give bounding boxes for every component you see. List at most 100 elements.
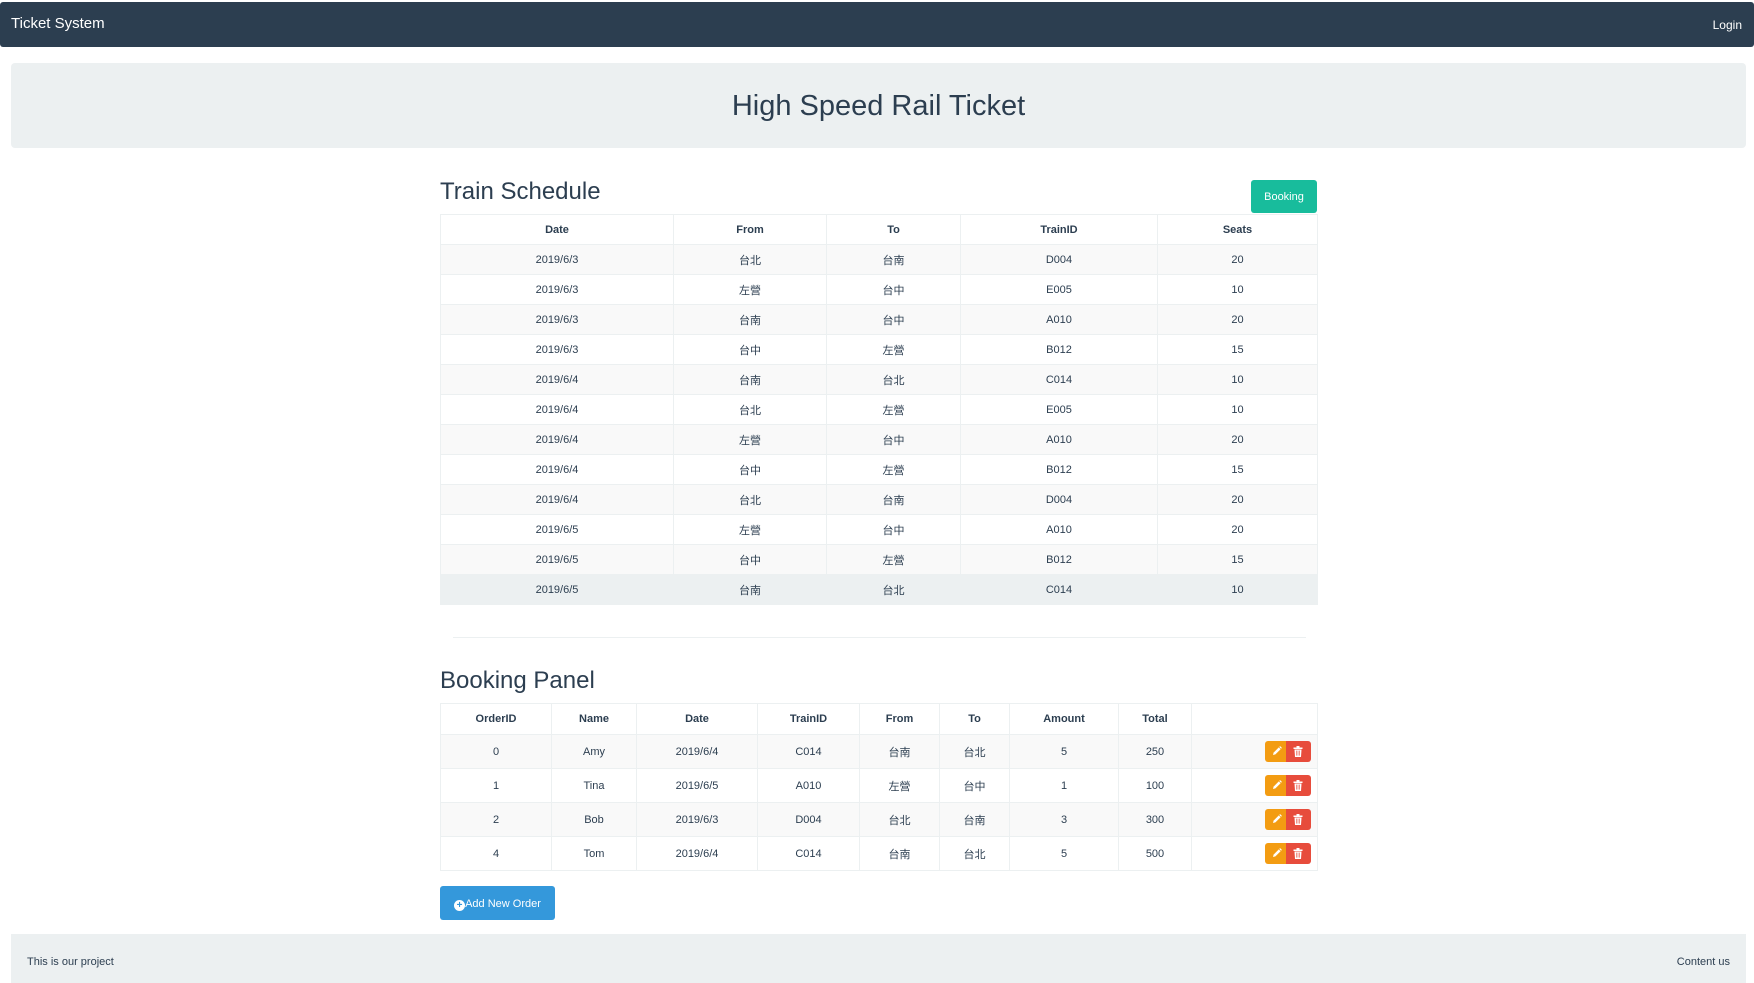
schedule-row[interactable]: 2019/6/4 台中 左營 B012 15 [440, 454, 1318, 485]
schedule-cell: 2019/6/4 [440, 484, 674, 515]
schedule-cell: 15 [1157, 334, 1318, 365]
booking-cell: 2 [440, 802, 552, 837]
navbar: Ticket System Login [0, 2, 1754, 47]
schedule-row[interactable]: 2019/6/4 左營 台中 A010 20 [440, 424, 1318, 455]
schedule-cell: D004 [960, 484, 1158, 515]
schedule-cell: 10 [1157, 364, 1318, 395]
plus-circle-icon: + [454, 900, 466, 911]
schedule-section: Train Schedule [440, 178, 1317, 206]
schedule-cell: 2019/6/3 [440, 244, 674, 275]
schedule-cell: A010 [960, 514, 1158, 545]
booking-cell: 1 [1009, 768, 1119, 803]
booking-col-header: To [939, 703, 1010, 735]
schedule-row[interactable]: 2019/6/3 台北 台南 D004 20 [440, 244, 1318, 275]
schedule-cell: 15 [1157, 544, 1318, 575]
booking-cell: 台南 [859, 734, 940, 769]
footer-text: This is our project [27, 956, 114, 968]
schedule-cell: 2019/6/4 [440, 454, 674, 485]
booking-row: 4 Tom 2019/6/4 C014 台南 台北 5 500 [440, 836, 1318, 871]
booking-row: 2 Bob 2019/6/3 D004 台北 台南 3 300 [440, 802, 1318, 837]
login-link[interactable]: Login [1713, 18, 1742, 32]
schedule-row[interactable]: 2019/6/5 台南 台北 C014 10 [440, 574, 1318, 605]
schedule-cell: A010 [960, 304, 1158, 335]
booking-title: Booking Panel [440, 667, 595, 694]
schedule-cell: 台中 [826, 274, 961, 305]
brand-link[interactable]: Ticket System [11, 15, 105, 32]
booking-cell: 台北 [939, 734, 1010, 769]
booking-cell: 2019/6/5 [636, 768, 758, 803]
booking-cell: 250 [1118, 734, 1192, 769]
schedule-cell: 20 [1157, 304, 1318, 335]
delete-button[interactable] [1286, 843, 1311, 864]
schedule-cell: 台南 [673, 574, 827, 605]
schedule-cell: 台中 [673, 334, 827, 365]
schedule-cell: 台北 [673, 394, 827, 425]
booking-row: 1 Tina 2019/6/5 A010 左營 台中 1 100 [440, 768, 1318, 803]
booking-cell: 左營 [859, 768, 940, 803]
delete-button[interactable] [1286, 741, 1311, 762]
schedule-cell: 左營 [826, 394, 961, 425]
schedule-row[interactable]: 2019/6/3 台南 台中 A010 20 [440, 304, 1318, 335]
schedule-cell: 台中 [673, 454, 827, 485]
add-new-order-button[interactable]: + Add New Order [440, 886, 555, 920]
booking-cell: 300 [1118, 802, 1192, 837]
contact-link[interactable]: Content us [1677, 956, 1730, 968]
booking-cell: Bob [551, 802, 637, 837]
schedule-cell: 2019/6/4 [440, 394, 674, 425]
booking-cell: 100 [1118, 768, 1192, 803]
schedule-cell: 2019/6/3 [440, 274, 674, 305]
schedule-cell: 台中 [826, 304, 961, 335]
jumbotron: High Speed Rail Ticket [11, 63, 1746, 148]
booking-header-row: OrderID Name Date TrainID From To Amount Total [440, 703, 1318, 735]
schedule-cell: 2019/6/5 [440, 574, 674, 605]
schedule-title: Train Schedule [440, 178, 601, 205]
schedule-cell: 台南 [826, 484, 961, 515]
booking-cell: A010 [757, 768, 860, 803]
schedule-row[interactable]: 2019/6/5 左營 台中 A010 20 [440, 514, 1318, 545]
booking-col-header: Date [636, 703, 758, 735]
schedule-cell: 2019/6/5 [440, 514, 674, 545]
schedule-cell: 20 [1157, 514, 1318, 545]
schedule-cell: 台北 [826, 574, 961, 605]
schedule-cell: 2019/6/5 [440, 544, 674, 575]
schedule-col-header: Date [440, 214, 674, 245]
schedule-cell: 10 [1157, 274, 1318, 305]
booking-cell: Tom [551, 836, 637, 871]
section-divider [453, 637, 1306, 638]
booking-col-header: TrainID [757, 703, 860, 735]
schedule-row[interactable]: 2019/6/5 台中 左營 B012 15 [440, 544, 1318, 575]
schedule-cell: 2019/6/4 [440, 424, 674, 455]
booking-actions [1191, 768, 1318, 803]
schedule-row[interactable]: 2019/6/3 左營 台中 E005 10 [440, 274, 1318, 305]
booking-actions [1191, 802, 1318, 837]
schedule-cell: C014 [960, 364, 1158, 395]
booking-cell: 台南 [859, 836, 940, 871]
schedule-col-header: TrainID [960, 214, 1158, 245]
booking-section: Booking Panel [440, 667, 1317, 695]
delete-button[interactable] [1286, 775, 1311, 796]
booking-col-header: Name [551, 703, 637, 735]
schedule-cell: 2019/6/4 [440, 364, 674, 395]
schedule-row[interactable]: 2019/6/4 台南 台北 C014 10 [440, 364, 1318, 395]
schedule-row[interactable]: 2019/6/3 台中 左營 B012 15 [440, 334, 1318, 365]
schedule-row[interactable]: 2019/6/4 台北 左營 E005 10 [440, 394, 1318, 425]
schedule-cell: B012 [960, 334, 1158, 365]
booking-col-header [1191, 703, 1318, 735]
schedule-cell: 台南 [826, 244, 961, 275]
booking-cell: C014 [757, 836, 860, 871]
booking-cell: 3 [1009, 802, 1119, 837]
booking-button[interactable]: Booking [1251, 180, 1317, 213]
schedule-cell: 台中 [826, 514, 961, 545]
booking-cell: 4 [440, 836, 552, 871]
schedule-cell: C014 [960, 574, 1158, 605]
schedule-row[interactable]: 2019/6/4 台北 台南 D004 20 [440, 484, 1318, 515]
booking-actions [1191, 734, 1318, 769]
schedule-cell: 左營 [826, 334, 961, 365]
delete-button[interactable] [1286, 809, 1311, 830]
add-new-order-label: Add New Order [465, 898, 541, 910]
schedule-cell: 20 [1157, 244, 1318, 275]
schedule-cell: 台中 [826, 424, 961, 455]
booking-cell: 5 [1009, 836, 1119, 871]
booking-actions [1191, 836, 1318, 871]
booking-cell: 2019/6/4 [636, 734, 758, 769]
